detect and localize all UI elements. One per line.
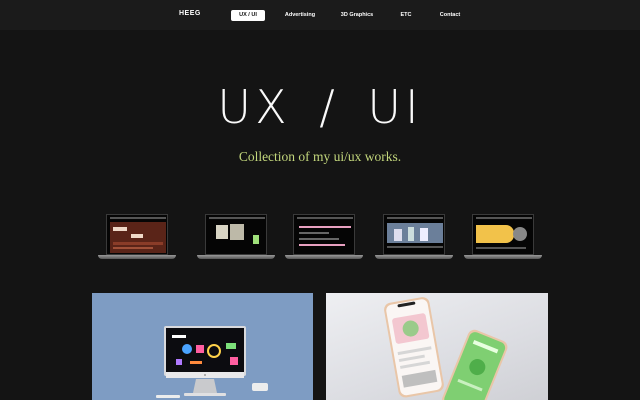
laptop-base xyxy=(285,255,363,259)
main-nav: UX / UI Advertising 3D Graphics ETC Cont… xyxy=(0,10,640,22)
laptop-base xyxy=(197,255,275,259)
page-title: UX / UI xyxy=(217,80,423,134)
laptop-base xyxy=(464,255,542,259)
project-thumbnail-2[interactable] xyxy=(197,214,275,260)
laptop-screen xyxy=(205,214,267,255)
laptop-screen xyxy=(383,214,445,255)
laptop-screen xyxy=(472,214,534,255)
imac-mockup-card[interactable] xyxy=(92,293,313,400)
nav-link-contact[interactable]: Contact xyxy=(436,10,464,21)
nav-link-advertising[interactable]: Advertising xyxy=(283,10,317,21)
laptop-base xyxy=(375,255,453,259)
page-subtitle: Collection of my ui/ux works. xyxy=(238,149,402,164)
project-thumbnail-5[interactable] xyxy=(464,214,542,260)
laptop-screen xyxy=(293,214,355,255)
project-thumbnail-3[interactable] xyxy=(285,214,363,260)
iphone-illustration xyxy=(384,297,508,400)
nav-link-3d-graphics[interactable]: 3D Graphics xyxy=(337,10,377,21)
iphone-mockup-card[interactable] xyxy=(326,293,548,400)
imac-illustration xyxy=(156,326,268,398)
project-thumbnail-1[interactable] xyxy=(98,214,176,260)
nav-link-ux-ui[interactable]: UX / UI xyxy=(231,10,265,21)
nav-link-etc[interactable]: ETC xyxy=(396,10,416,21)
laptop-screen xyxy=(106,214,168,255)
top-navigation-bar: HEEG UX / UI Advertising 3D Graphics ETC… xyxy=(0,0,640,30)
laptop-base xyxy=(98,255,176,259)
project-thumbnail-4[interactable] xyxy=(375,214,453,260)
